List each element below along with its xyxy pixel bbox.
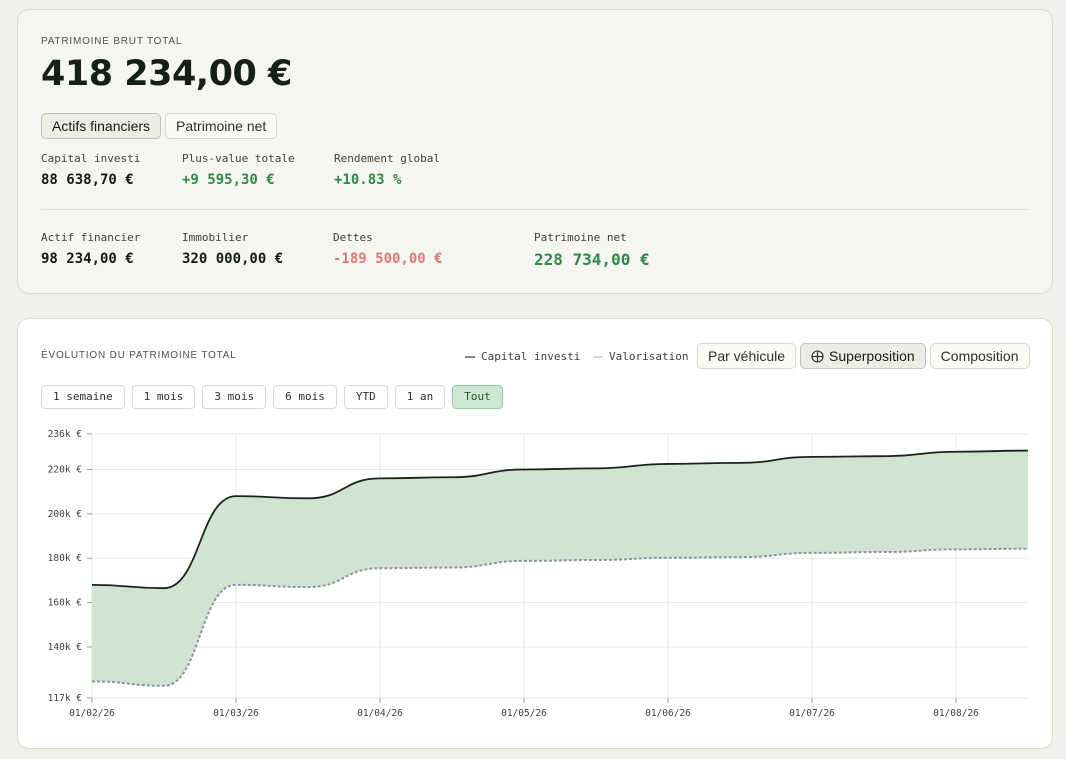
stat-label: Plus-value totale <box>182 152 295 165</box>
stat-label: Patrimoine net <box>534 231 627 244</box>
y-tick-label: 117k € <box>48 693 82 704</box>
summary-divider <box>41 209 1029 210</box>
x-tick-label: 01/02/26 <box>69 708 115 719</box>
stat-global-return: Rendement global +10.83 % <box>334 152 440 188</box>
view-by-vehicle[interactable]: Par véhicule <box>697 343 797 369</box>
stat-label: Rendement global <box>334 152 440 165</box>
stat-value: -189 500,00 € <box>333 251 443 267</box>
legend-label: Valorisation <box>609 350 689 363</box>
y-tick-label: 160k € <box>48 598 82 609</box>
range-3-months[interactable]: 3 mois <box>202 385 267 409</box>
view-composition[interactable]: Composition <box>929 343 1030 369</box>
legend-swatch <box>465 355 475 358</box>
stat-real-estate: Immobilier 320 000,00 € <box>182 231 283 267</box>
stat-value: 320 000,00 € <box>182 251 284 267</box>
chart-title: ÉVOLUTION DU PATRIMOINE TOTAL <box>41 350 237 361</box>
x-tick-label: 01/03/26 <box>213 708 259 719</box>
y-tick-label: 180k € <box>48 553 82 564</box>
stat-net-worth: Patrimoine net 228 734,00 € <box>534 231 650 269</box>
legend-label: Capital investi <box>481 350 581 363</box>
legend-valuation: Valorisation <box>593 350 688 363</box>
stat-value: 228 734,00 € <box>534 250 650 269</box>
wealth-area-chart: 236k € 220k € 200k € 180k € 160k € 140k € 117k… <box>48 429 1029 719</box>
x-axis: 01/02/26 01/03/26 01/04/26 01/05/26 01/06/26… <box>69 698 979 719</box>
x-tick-label: 01/05/26 <box>501 708 547 719</box>
stat-label: Dettes <box>333 231 373 244</box>
stat-value: 88 638,70 € <box>41 172 134 188</box>
view-superposition-label: Superposition <box>829 348 915 364</box>
y-axis: 236k € 220k € 200k € 180k € 160k € 140k € 117k… <box>48 429 92 704</box>
wealth-summary-card: PATRIMOINE BRUT TOTAL 418 234,00 € Actif… <box>17 9 1053 294</box>
stat-total-gain: Plus-value totale +9 595,30 € <box>182 152 295 188</box>
toggle-financial-assets[interactable]: Actifs financiers <box>41 113 162 139</box>
stat-financial-assets: Actif financier 98 234,00 € <box>41 231 140 267</box>
gain-area <box>92 450 1028 686</box>
range-all[interactable]: Tout <box>452 385 503 409</box>
summary-eyebrow: PATRIMOINE BRUT TOTAL <box>41 36 183 47</box>
range-1-week[interactable]: 1 semaine <box>41 385 125 409</box>
view-superposition[interactable]: Superposition <box>800 343 926 369</box>
stat-label: Capital investi <box>41 152 141 165</box>
legend-swatch <box>593 355 603 358</box>
stat-value: +10.83 % <box>334 172 402 188</box>
stat-label: Actif financier <box>41 231 141 244</box>
stat-value: 98 234,00 € <box>41 251 134 267</box>
x-tick-label: 01/07/26 <box>789 708 835 719</box>
legend-capital-invested: Capital investi <box>465 350 580 363</box>
range-ytd[interactable]: YTD <box>343 385 388 409</box>
toggle-net-worth[interactable]: Patrimoine net <box>165 113 278 139</box>
range-6-months[interactable]: 6 mois <box>273 385 337 409</box>
summary-toggle-group: Actifs financiers Patrimoine net <box>41 113 278 139</box>
x-tick-label: 01/06/26 <box>645 708 691 719</box>
stat-value: +9 595,30 € <box>182 172 275 188</box>
range-1-year[interactable]: 1 an <box>394 385 446 409</box>
x-tick-label: 01/08/26 <box>933 708 979 719</box>
chart-view-group: Par véhicule Superposition Composition <box>697 343 1030 369</box>
y-tick-label: 220k € <box>48 464 82 475</box>
stat-label: Immobilier <box>182 231 249 244</box>
stat-invested-capital: Capital investi 88 638,70 € <box>41 152 140 188</box>
x-tick-label: 01/04/26 <box>357 708 403 719</box>
y-tick-label: 140k € <box>48 642 82 653</box>
y-tick-label: 200k € <box>48 509 82 520</box>
crosshair-circle-icon <box>811 349 824 363</box>
time-range-group: 1 semaine 1 mois 3 mois 6 mois YTD 1 an … <box>41 385 503 409</box>
wealth-evolution-card: ÉVOLUTION DU PATRIMOINE TOTAL Capital in… <box>17 318 1053 749</box>
total-gross-wealth: 418 234,00 € <box>41 54 292 94</box>
stat-debts: Dettes -189 500,00 € <box>333 231 443 267</box>
y-tick-label: 236k € <box>48 429 82 440</box>
range-1-month[interactable]: 1 mois <box>131 385 196 409</box>
